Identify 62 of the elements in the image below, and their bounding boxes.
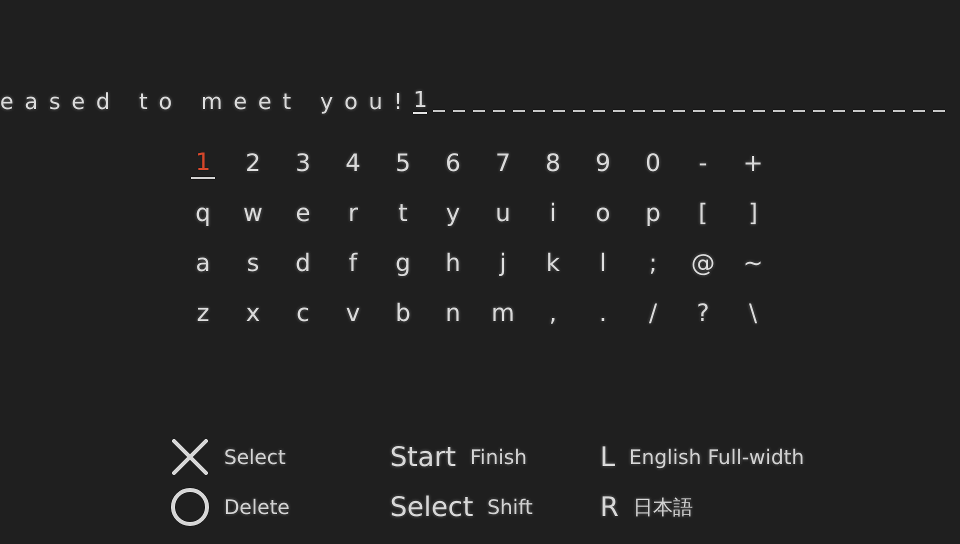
action-label: Shift (487, 497, 533, 517)
key[interactable]: 8 (541, 148, 565, 178)
text-cursor: 1 (413, 90, 428, 114)
action-label: 日本語 (632, 497, 693, 517)
button-name: R (600, 494, 619, 520)
key[interactable]: i (546, 198, 560, 228)
key[interactable]: ~ (738, 248, 768, 278)
key[interactable]: r (344, 198, 362, 228)
key[interactable]: , (545, 298, 561, 328)
key[interactable]: s (242, 248, 264, 278)
key[interactable]: v (342, 298, 364, 328)
key[interactable]: - (694, 148, 712, 178)
key[interactable]: 5 (391, 148, 415, 178)
key[interactable]: c (292, 298, 314, 328)
key[interactable]: d (291, 248, 315, 278)
key[interactable]: 4 (341, 148, 365, 178)
button-name: L (600, 444, 616, 470)
key[interactable]: 9 (591, 148, 615, 178)
circle-icon (170, 487, 210, 527)
key[interactable]: 7 (491, 148, 515, 178)
key[interactable]: ? (692, 298, 714, 328)
key[interactable]: ] (744, 198, 762, 228)
key[interactable]: 1 (191, 147, 215, 179)
key[interactable]: o (592, 198, 614, 228)
key[interactable]: / (644, 298, 662, 328)
button-name: Select (390, 494, 474, 520)
button-name: Start (390, 444, 456, 470)
key[interactable]: u (491, 198, 515, 228)
key[interactable]: [ (694, 198, 712, 228)
key[interactable]: p (641, 198, 665, 228)
key[interactable]: z (192, 298, 214, 328)
key[interactable]: b (391, 298, 415, 328)
key[interactable]: h (441, 248, 465, 278)
action-label: Delete (224, 497, 290, 517)
key[interactable]: a (192, 248, 214, 278)
key[interactable]: j (496, 248, 510, 278)
key[interactable]: q (191, 198, 215, 228)
action-label: Finish (470, 447, 527, 467)
key[interactable]: 0 (641, 148, 665, 178)
key[interactable]: m (487, 298, 519, 328)
key[interactable]: + (738, 148, 768, 178)
key[interactable]: \ (744, 298, 762, 328)
key[interactable]: g (391, 248, 415, 278)
key[interactable]: @ (687, 248, 719, 278)
key[interactable]: x (242, 298, 264, 328)
key[interactable]: e (292, 198, 314, 228)
key[interactable]: w (239, 198, 267, 228)
key[interactable]: ; (644, 248, 662, 278)
entered-text: eased to meet you! (0, 92, 414, 114)
key[interactable]: . (595, 298, 611, 328)
key[interactable]: 2 (241, 148, 265, 178)
key[interactable]: f (344, 248, 362, 278)
key[interactable]: k (542, 248, 564, 278)
key[interactable]: n (441, 298, 465, 328)
action-label: English Full-width (629, 447, 804, 467)
action-label: Select (224, 447, 286, 467)
key[interactable]: 3 (291, 148, 315, 178)
key[interactable]: t (394, 198, 412, 228)
key[interactable]: 6 (441, 148, 465, 178)
key[interactable]: y (442, 198, 464, 228)
key[interactable]: l (596, 248, 610, 278)
cross-icon (170, 437, 210, 477)
